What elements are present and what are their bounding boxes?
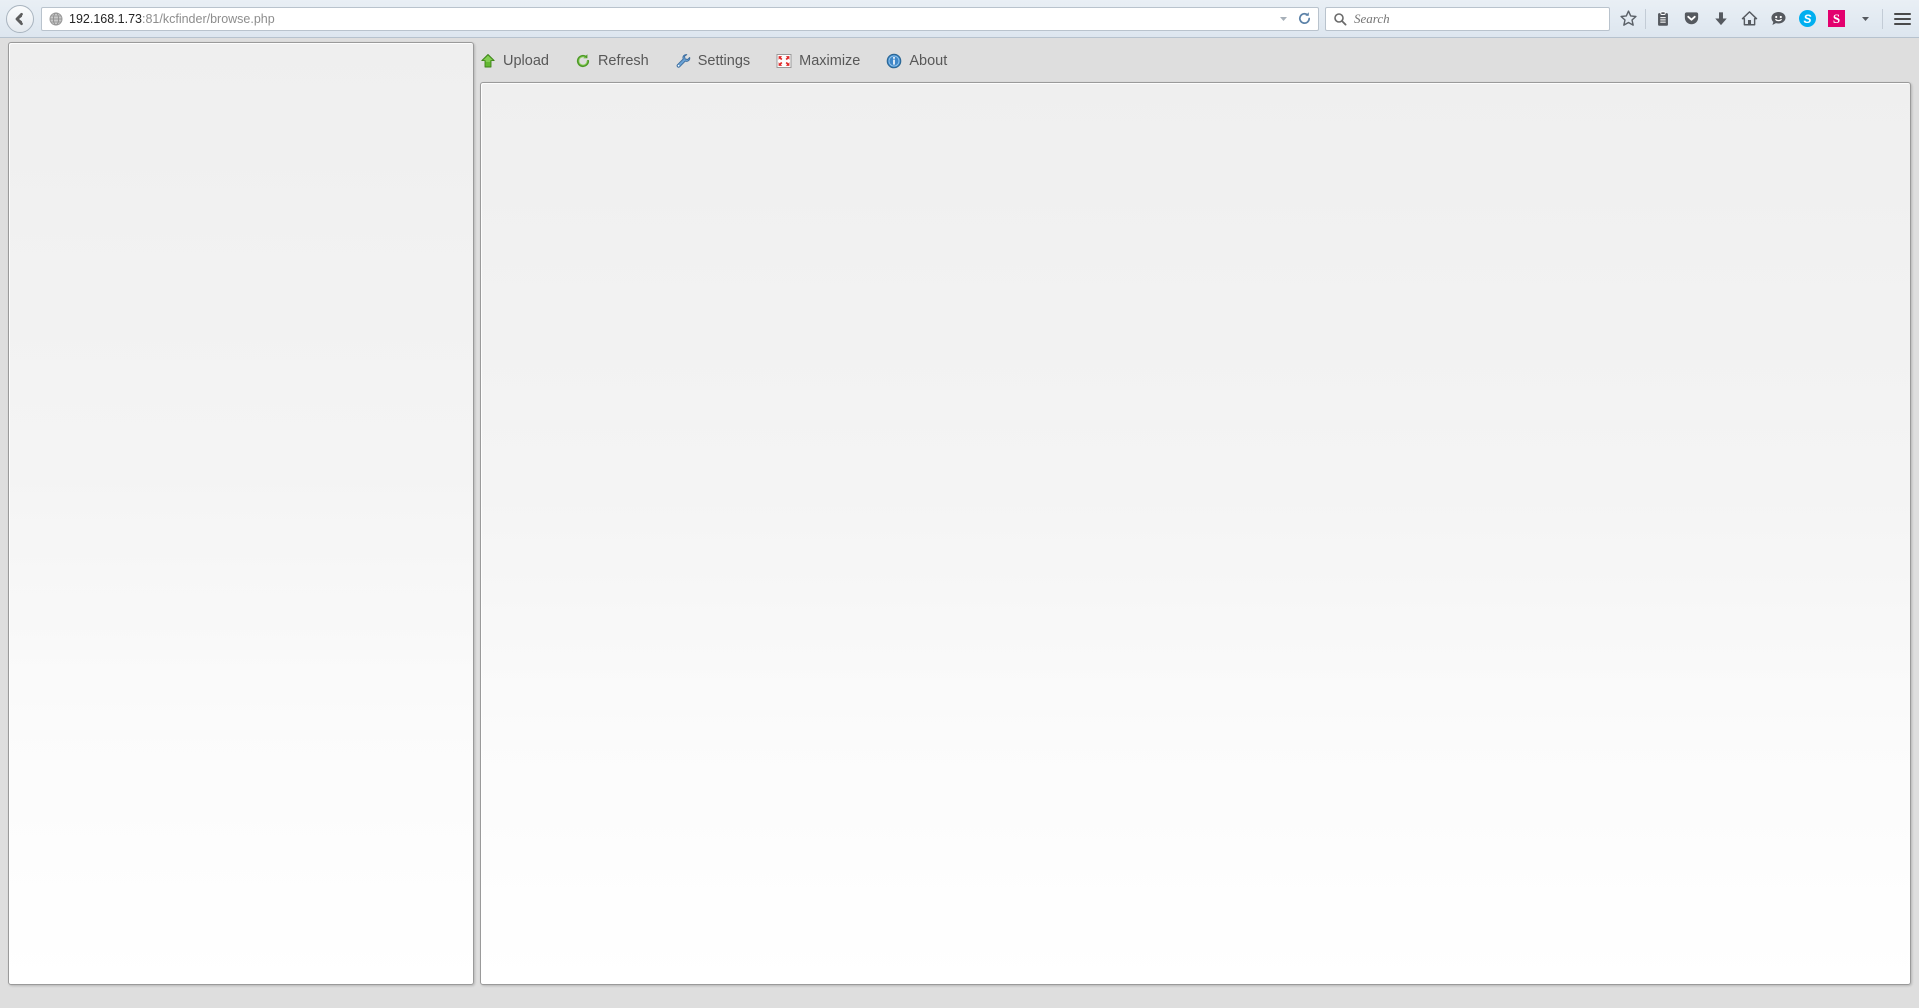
- browser-toolbar: 192.168.1.73:81/kcfinder/browse.php Sear…: [0, 0, 1919, 38]
- about-label: About: [909, 53, 948, 69]
- hamburger-bars: [1893, 12, 1911, 25]
- toolbar-divider: [1882, 8, 1883, 29]
- url-host: 192.168.1.73: [69, 11, 142, 26]
- hamburger-menu-icon[interactable]: [1885, 4, 1919, 34]
- maximize-icon: [776, 53, 792, 69]
- files-list[interactable]: [481, 83, 1910, 984]
- settings-button[interactable]: Settings: [675, 53, 750, 69]
- files-panel[interactable]: [480, 82, 1911, 985]
- wrench-icon: [675, 53, 691, 69]
- globe-icon: [48, 11, 64, 27]
- reload-icon[interactable]: [1294, 9, 1314, 29]
- maximize-label: Maximize: [799, 53, 861, 69]
- back-arrow-icon: [15, 12, 23, 25]
- upload-arrow-icon: [480, 53, 496, 69]
- home-icon[interactable]: [1735, 4, 1764, 34]
- address-bar-controls: [1274, 9, 1316, 29]
- search-bar[interactable]: [1325, 6, 1610, 31]
- info-icon: [886, 53, 902, 69]
- s-badge-glyph: S: [1828, 10, 1845, 27]
- refresh-button[interactable]: Refresh: [575, 53, 649, 69]
- pocket-icon[interactable]: [1677, 4, 1706, 34]
- toolbar-divider: [1645, 8, 1646, 29]
- chat-smiley-icon[interactable]: [1764, 4, 1793, 34]
- folders-panel[interactable]: [8, 42, 474, 985]
- kcfinder-toolbar: Upload Refresh Settings Maximize About: [480, 48, 947, 74]
- browser-icon-group: S S: [1614, 0, 1919, 38]
- refresh-label: Refresh: [597, 53, 649, 69]
- about-button[interactable]: About: [886, 53, 947, 69]
- settings-label: Settings: [697, 53, 751, 69]
- search-icon: [1332, 11, 1348, 27]
- reader-list-icon[interactable]: [1648, 4, 1677, 34]
- bookmark-star-icon[interactable]: [1614, 4, 1643, 34]
- refresh-icon: [575, 53, 591, 69]
- downloads-icon[interactable]: [1706, 4, 1735, 34]
- address-bar[interactable]: 192.168.1.73:81/kcfinder/browse.php: [41, 6, 1319, 31]
- search-input[interactable]: [1348, 9, 1609, 28]
- upload-label: Upload: [503, 53, 549, 69]
- kcfinder-page: Upload Refresh Settings Maximize About: [0, 38, 1919, 1008]
- chevron-down-icon[interactable]: [1274, 9, 1292, 29]
- s-badge-icon[interactable]: S: [1822, 4, 1851, 34]
- skype-glyph: S: [1799, 10, 1816, 27]
- chevron-down-icon[interactable]: [1851, 4, 1880, 34]
- back-button[interactable]: [6, 4, 34, 33]
- url-text: 192.168.1.73:81/kcfinder/browse.php: [64, 8, 1274, 30]
- upload-button[interactable]: Upload: [480, 53, 549, 69]
- skype-icon[interactable]: S: [1793, 4, 1822, 34]
- folders-tree[interactable]: [9, 43, 473, 984]
- url-path: :81/kcfinder/browse.php: [142, 11, 275, 26]
- maximize-button[interactable]: Maximize: [776, 53, 860, 69]
